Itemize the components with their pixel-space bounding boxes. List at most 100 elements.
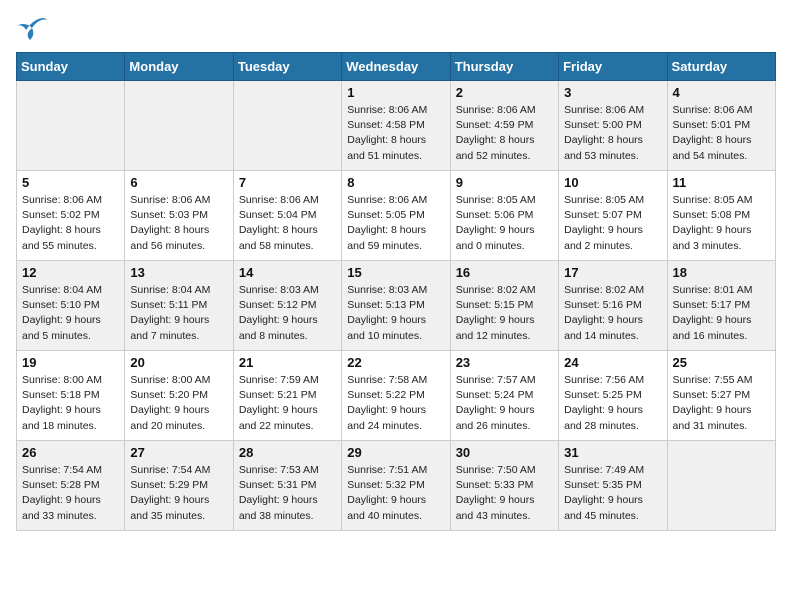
day-info: Sunrise: 8:05 AM Sunset: 5:08 PM Dayligh… <box>673 193 770 254</box>
calendar-day-cell: 21Sunrise: 7:59 AM Sunset: 5:21 PM Dayli… <box>233 351 341 441</box>
day-info: Sunrise: 8:04 AM Sunset: 5:10 PM Dayligh… <box>22 283 119 344</box>
calendar-day-cell: 25 Sunrise: 7:55 AM Sunset: 5:27 PM Dayli… <box>667 351 775 441</box>
calendar-day-cell: 26 Sunrise: 7:54 AM Sunset: 5:28 PM Dayli… <box>17 441 125 531</box>
calendar-header-row: SundayMondayTuesdayWednesdayThursdayFrid… <box>17 53 776 81</box>
calendar-day-cell: 13 Sunrise: 8:04 AM Sunset: 5:11 PM Dayli… <box>125 261 233 351</box>
day-number: 19 <box>22 355 119 370</box>
calendar-day-cell: 11 Sunrise: 8:05 AM Sunset: 5:08 PM Dayli… <box>667 171 775 261</box>
day-number: 12 <box>22 265 119 280</box>
day-number: 1 <box>347 85 444 100</box>
day-number: 31 <box>564 445 661 460</box>
calendar-week-row: 5 Sunrise: 8:06 AM Sunset: 5:02 PM Daylig… <box>17 171 776 261</box>
weekday-header-monday: Monday <box>125 53 233 81</box>
calendar-day-cell: 10 Sunrise: 8:05 AM Sunset: 5:07 PM Dayli… <box>559 171 667 261</box>
day-info: Sunrise: 7:50 AM Sunset: 5:33 PM Dayligh… <box>456 463 553 524</box>
calendar-day-cell: 4Sunrise: 8:06 AM Sunset: 5:01 PM Daylig… <box>667 81 775 171</box>
day-number: 7 <box>239 175 336 190</box>
day-number: 8 <box>347 175 444 190</box>
calendar-day-cell: 7 Sunrise: 8:06 AM Sunset: 5:04 PM Daylig… <box>233 171 341 261</box>
day-info: Sunrise: 7:49 AM Sunset: 5:35 PM Dayligh… <box>564 463 661 524</box>
day-number: 11 <box>673 175 770 190</box>
calendar-day-cell: 1 Sunrise: 8:06 AM Sunset: 4:58 PM Daylig… <box>342 81 450 171</box>
day-info: Sunrise: 7:54 AM Sunset: 5:29 PM Dayligh… <box>130 463 227 524</box>
day-info: Sunrise: 8:06 AM Sunset: 5:03 PM Dayligh… <box>130 193 227 254</box>
day-number: 26 <box>22 445 119 460</box>
calendar-day-cell: 28 Sunrise: 7:53 AM Sunset: 5:31 PM Dayli… <box>233 441 341 531</box>
day-number: 9 <box>456 175 553 190</box>
calendar-day-cell <box>667 441 775 531</box>
day-info: Sunrise: 7:56 AM Sunset: 5:25 PM Dayligh… <box>564 373 661 434</box>
day-number: 17 <box>564 265 661 280</box>
weekday-header-friday: Friday <box>559 53 667 81</box>
calendar-day-cell: 20 Sunrise: 8:00 AM Sunset: 5:20 PM Dayli… <box>125 351 233 441</box>
day-number: 28 <box>239 445 336 460</box>
calendar-day-cell: 24 Sunrise: 7:56 AM Sunset: 5:25 PM Dayli… <box>559 351 667 441</box>
day-number: 14 <box>239 265 336 280</box>
calendar-day-cell: 17 Sunrise: 8:02 AM Sunset: 5:16 PM Dayli… <box>559 261 667 351</box>
day-info: Sunrise: 8:06 AM Sunset: 5:04 PM Dayligh… <box>239 193 336 254</box>
calendar-day-cell: 30Sunrise: 7:50 AM Sunset: 5:33 PM Dayli… <box>450 441 558 531</box>
day-number: 15 <box>347 265 444 280</box>
day-info: Sunrise: 8:06 AM Sunset: 5:01 PM Dayligh… <box>673 103 770 164</box>
day-number: 13 <box>130 265 227 280</box>
calendar-day-cell: 5 Sunrise: 8:06 AM Sunset: 5:02 PM Daylig… <box>17 171 125 261</box>
day-info: Sunrise: 8:06 AM Sunset: 5:00 PM Dayligh… <box>564 103 661 164</box>
day-info: Sunrise: 8:01 AM Sunset: 5:17 PM Dayligh… <box>673 283 770 344</box>
day-info: Sunrise: 8:05 AM Sunset: 5:07 PM Dayligh… <box>564 193 661 254</box>
day-info: Sunrise: 8:03 AM Sunset: 5:13 PM Dayligh… <box>347 283 444 344</box>
logo <box>16 16 52 42</box>
day-number: 3 <box>564 85 661 100</box>
calendar-day-cell <box>233 81 341 171</box>
day-info: Sunrise: 8:04 AM Sunset: 5:11 PM Dayligh… <box>130 283 227 344</box>
day-info: Sunrise: 8:06 AM Sunset: 4:58 PM Dayligh… <box>347 103 444 164</box>
calendar-day-cell: 3 Sunrise: 8:06 AM Sunset: 5:00 PM Daylig… <box>559 81 667 171</box>
weekday-header-sunday: Sunday <box>17 53 125 81</box>
day-info: Sunrise: 7:58 AM Sunset: 5:22 PM Dayligh… <box>347 373 444 434</box>
day-info: Sunrise: 8:05 AM Sunset: 5:06 PM Dayligh… <box>456 193 553 254</box>
logo-icon <box>16 16 48 42</box>
day-number: 20 <box>130 355 227 370</box>
calendar-day-cell: 19 Sunrise: 8:00 AM Sunset: 5:18 PM Dayli… <box>17 351 125 441</box>
day-number: 27 <box>130 445 227 460</box>
calendar-day-cell: 2Sunrise: 8:06 AM Sunset: 4:59 PM Daylig… <box>450 81 558 171</box>
calendar-day-cell: 14Sunrise: 8:03 AM Sunset: 5:12 PM Dayli… <box>233 261 341 351</box>
calendar-week-row: 26 Sunrise: 7:54 AM Sunset: 5:28 PM Dayli… <box>17 441 776 531</box>
calendar-day-cell: 6 Sunrise: 8:06 AM Sunset: 5:03 PM Daylig… <box>125 171 233 261</box>
day-info: Sunrise: 8:06 AM Sunset: 5:05 PM Dayligh… <box>347 193 444 254</box>
calendar-day-cell: 31 Sunrise: 7:49 AM Sunset: 5:35 PM Dayli… <box>559 441 667 531</box>
day-number: 25 <box>673 355 770 370</box>
day-number: 6 <box>130 175 227 190</box>
day-info: Sunrise: 8:00 AM Sunset: 5:18 PM Dayligh… <box>22 373 119 434</box>
calendar-day-cell <box>125 81 233 171</box>
day-number: 23 <box>456 355 553 370</box>
calendar-week-row: 1 Sunrise: 8:06 AM Sunset: 4:58 PM Daylig… <box>17 81 776 171</box>
day-number: 10 <box>564 175 661 190</box>
day-number: 5 <box>22 175 119 190</box>
calendar-week-row: 12 Sunrise: 8:04 AM Sunset: 5:10 PM Dayli… <box>17 261 776 351</box>
day-number: 22 <box>347 355 444 370</box>
calendar-table: SundayMondayTuesdayWednesdayThursdayFrid… <box>16 52 776 531</box>
day-info: Sunrise: 8:02 AM Sunset: 5:16 PM Dayligh… <box>564 283 661 344</box>
calendar-day-cell: 12 Sunrise: 8:04 AM Sunset: 5:10 PM Dayli… <box>17 261 125 351</box>
day-info: Sunrise: 7:57 AM Sunset: 5:24 PM Dayligh… <box>456 373 553 434</box>
weekday-header-saturday: Saturday <box>667 53 775 81</box>
day-info: Sunrise: 8:06 AM Sunset: 5:02 PM Dayligh… <box>22 193 119 254</box>
calendar-day-cell: 15 Sunrise: 8:03 AM Sunset: 5:13 PM Dayli… <box>342 261 450 351</box>
day-number: 16 <box>456 265 553 280</box>
day-info: Sunrise: 7:53 AM Sunset: 5:31 PM Dayligh… <box>239 463 336 524</box>
page-header <box>16 16 776 42</box>
calendar-week-row: 19 Sunrise: 8:00 AM Sunset: 5:18 PM Dayli… <box>17 351 776 441</box>
day-info: Sunrise: 7:55 AM Sunset: 5:27 PM Dayligh… <box>673 373 770 434</box>
calendar-day-cell: 27 Sunrise: 7:54 AM Sunset: 5:29 PM Dayli… <box>125 441 233 531</box>
day-info: Sunrise: 8:02 AM Sunset: 5:15 PM Dayligh… <box>456 283 553 344</box>
day-info: Sunrise: 8:06 AM Sunset: 4:59 PM Dayligh… <box>456 103 553 164</box>
day-info: Sunrise: 8:00 AM Sunset: 5:20 PM Dayligh… <box>130 373 227 434</box>
day-number: 24 <box>564 355 661 370</box>
day-info: Sunrise: 7:54 AM Sunset: 5:28 PM Dayligh… <box>22 463 119 524</box>
day-info: Sunrise: 7:51 AM Sunset: 5:32 PM Dayligh… <box>347 463 444 524</box>
calendar-day-cell: 9 Sunrise: 8:05 AM Sunset: 5:06 PM Daylig… <box>450 171 558 261</box>
weekday-header-tuesday: Tuesday <box>233 53 341 81</box>
calendar-day-cell: 8 Sunrise: 8:06 AM Sunset: 5:05 PM Daylig… <box>342 171 450 261</box>
weekday-header-wednesday: Wednesday <box>342 53 450 81</box>
calendar-day-cell <box>17 81 125 171</box>
